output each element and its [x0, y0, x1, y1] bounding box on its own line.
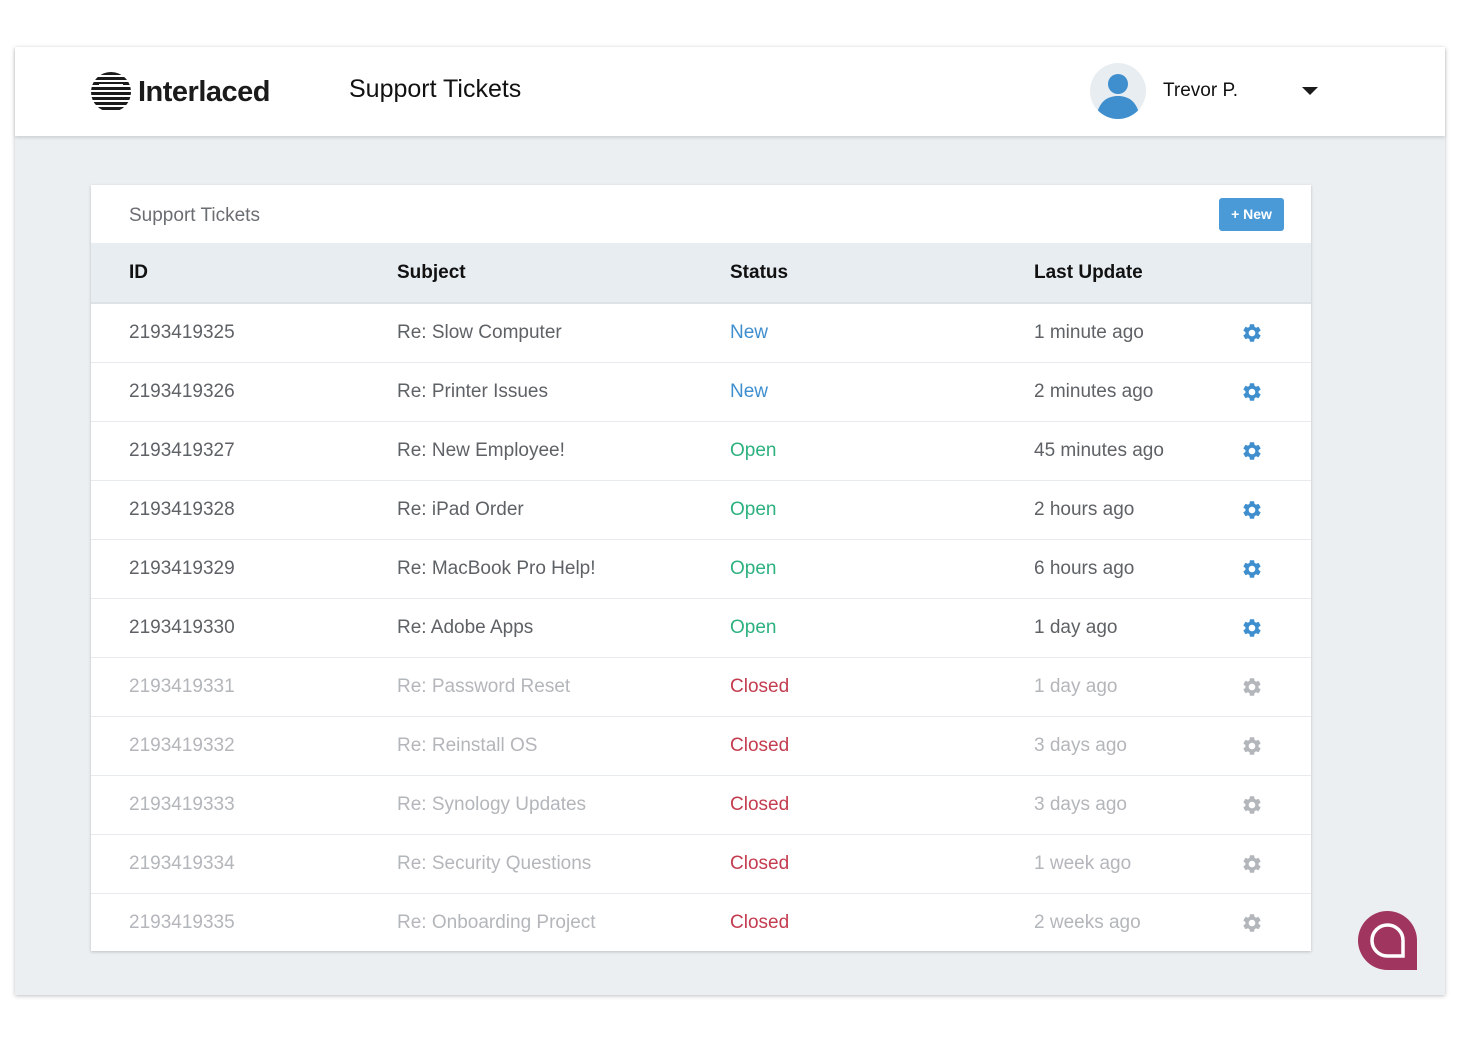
ticket-id: 2193419328 — [129, 499, 235, 520]
gear-icon[interactable] — [1241, 499, 1263, 521]
ticket-id: 2193419332 — [129, 735, 235, 756]
gear-icon[interactable] — [1241, 794, 1263, 816]
ticket-last-update: 2 weeks ago — [1034, 912, 1141, 933]
ticket-subject[interactable]: Re: Password Reset — [397, 676, 570, 698]
ticket-last-update: 1 minute ago — [1034, 322, 1144, 343]
new-ticket-button[interactable]: + New — [1219, 198, 1284, 231]
table-row[interactable]: 2193419331 Re: Password Reset Closed 1 day … — [91, 658, 1311, 717]
ticket-id: 2193419335 — [129, 912, 235, 933]
ticket-id: 2193419327 — [129, 440, 235, 461]
ticket-id: 2193419329 — [129, 558, 235, 579]
gear-icon[interactable] — [1241, 558, 1263, 580]
column-header-status[interactable]: Status — [730, 262, 788, 284]
ticket-id: 2193419326 — [129, 381, 235, 402]
ticket-subject[interactable]: Re: MacBook Pro Help! — [397, 558, 596, 580]
ticket-status: Open — [730, 499, 777, 520]
gear-icon[interactable] — [1241, 322, 1263, 344]
table-row[interactable]: 2193419333 Re: Synology Updates Closed 3 da… — [91, 776, 1311, 835]
brand-name: Interlaced — [138, 75, 271, 108]
ticket-subject[interactable]: Re: iPad Order — [397, 499, 524, 521]
ticket-subject[interactable]: Re: Reinstall OS — [397, 735, 537, 757]
panel-title: Support Tickets — [129, 205, 260, 226]
table-row[interactable]: 2193419328 Re: iPad Order Open 2 hours ago — [91, 481, 1311, 540]
table-row[interactable]: 2193419332 Re: Reinstall OS Closed 3 days a… — [91, 717, 1311, 776]
ticket-subject[interactable]: Re: Printer Issues — [397, 381, 548, 403]
ticket-id: 2193419331 — [129, 676, 235, 697]
ticket-last-update: 1 day ago — [1034, 617, 1118, 638]
chat-bubble-icon[interactable] — [1358, 911, 1417, 970]
app-window: Interlaced Support Tickets Trevor P. Sup… — [15, 47, 1445, 995]
ticket-status: Closed — [730, 912, 790, 933]
top-bar: Interlaced Support Tickets Trevor P. — [15, 47, 1445, 136]
ticket-last-update: 2 hours ago — [1034, 499, 1135, 520]
table-row[interactable]: 2193419325 Re: Slow Computer New 1 minute a… — [91, 304, 1311, 363]
ticket-status: Closed — [730, 853, 790, 874]
gear-icon[interactable] — [1241, 617, 1263, 639]
ticket-status: Closed — [730, 794, 790, 815]
ticket-status: Open — [730, 440, 777, 461]
ticket-last-update: 6 hours ago — [1034, 558, 1135, 579]
ticket-subject[interactable]: Re: Adobe Apps — [397, 617, 533, 639]
table-header: ID Subject Status Last Update — [91, 243, 1311, 304]
gear-icon[interactable] — [1241, 676, 1263, 698]
ticket-id: 2193419330 — [129, 617, 235, 638]
column-header-last-update[interactable]: Last Update — [1034, 262, 1143, 284]
ticket-subject[interactable]: Re: Synology Updates — [397, 794, 586, 816]
gear-icon[interactable] — [1241, 735, 1263, 757]
table-row[interactable]: 2193419330 Re: Adobe Apps Open 1 day ago — [91, 599, 1311, 658]
ticket-id: 2193419333 — [129, 794, 235, 815]
caret-down-icon[interactable] — [1302, 87, 1318, 95]
user-avatar-icon[interactable] — [1090, 63, 1146, 119]
ticket-status: Closed — [730, 676, 790, 697]
support-tickets-panel: Support Tickets + New ID Subject Status … — [91, 185, 1311, 951]
table-row[interactable]: 2193419334 Re: Security Questions Closed 1 … — [91, 835, 1311, 894]
ticket-subject[interactable]: Re: Onboarding Project — [397, 912, 596, 934]
ticket-last-update: 1 week ago — [1034, 853, 1132, 874]
ticket-last-update: 45 minutes ago — [1034, 440, 1164, 461]
column-header-subject[interactable]: Subject — [397, 262, 466, 284]
column-header-id[interactable]: ID — [129, 262, 148, 284]
table-row[interactable]: 2193419327 Re: New Employee! Open 45 minute… — [91, 422, 1311, 481]
ticket-subject[interactable]: Re: Slow Computer — [397, 322, 562, 344]
table-row[interactable]: 2193419329 Re: MacBook Pro Help! Open 6 hou… — [91, 540, 1311, 599]
user-name[interactable]: Trevor P. — [1163, 80, 1238, 102]
ticket-id: 2193419334 — [129, 853, 235, 874]
ticket-last-update: 2 minutes ago — [1034, 381, 1154, 402]
ticket-subject[interactable]: Re: Security Questions — [397, 853, 591, 875]
ticket-status: New — [730, 381, 769, 402]
page-title: Support Tickets — [349, 75, 522, 103]
ticket-list: 2193419325 Re: Slow Computer New 1 minute a… — [91, 304, 1311, 952]
ticket-status: Open — [730, 617, 777, 638]
table-row[interactable]: 2193419335 Re: Onboarding Project Closed 2 … — [91, 894, 1311, 952]
ticket-status: Open — [730, 558, 777, 579]
gear-icon[interactable] — [1241, 381, 1263, 403]
gear-icon[interactable] — [1241, 853, 1263, 875]
ticket-id: 2193419325 — [129, 322, 235, 343]
gear-icon[interactable] — [1241, 912, 1263, 934]
ticket-subject[interactable]: Re: New Employee! — [397, 440, 565, 462]
striped-globe-logo-icon — [91, 72, 131, 110]
ticket-last-update: 3 days ago — [1034, 794, 1127, 815]
table-row[interactable]: 2193419326 Re: Printer Issues New 2 minutes… — [91, 363, 1311, 422]
ticket-last-update: 1 day ago — [1034, 676, 1118, 697]
ticket-last-update: 3 days ago — [1034, 735, 1127, 756]
brand-logo[interactable]: Interlaced — [90, 69, 271, 115]
ticket-status: New — [730, 322, 769, 343]
ticket-status: Closed — [730, 735, 790, 756]
gear-icon[interactable] — [1241, 440, 1263, 462]
